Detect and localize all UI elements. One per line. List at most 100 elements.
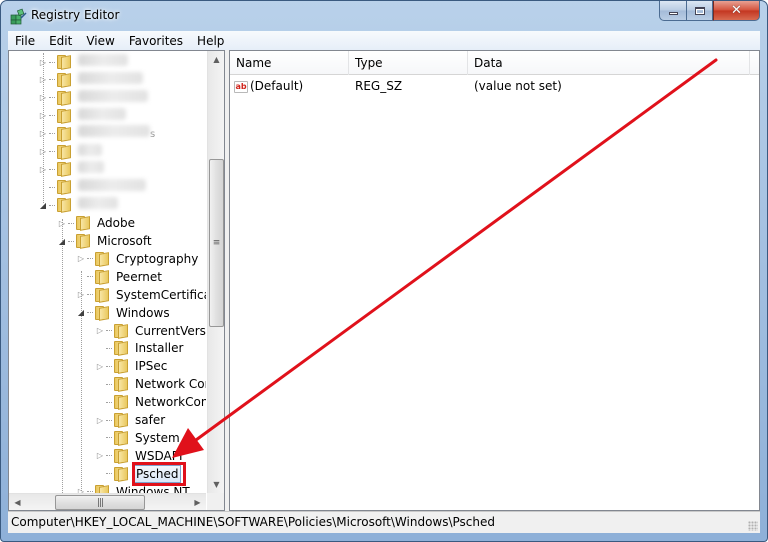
tree-item-label-redacted: s [76, 124, 157, 143]
menu-edit[interactable]: Edit [42, 34, 79, 48]
tree-connector [95, 375, 105, 393]
folder-icon [94, 484, 110, 493]
tree-item-label: Network Conne [135, 377, 206, 392]
tree-item-label: Peernet [116, 269, 162, 284]
folder-icon [56, 90, 72, 106]
minimize-button[interactable] [659, 1, 686, 21]
tree-item-label-redacted [76, 197, 120, 213]
tree-item-redacted[interactable]: ▷ [38, 53, 130, 71]
collapse-arrow-icon[interactable]: ◢ [38, 196, 48, 214]
tree-item-redacted[interactable]: ▷ s [38, 124, 157, 143]
tree-item-redacted[interactable]: ▷ [38, 107, 128, 125]
expand-arrow-icon[interactable]: ▷ [76, 250, 86, 268]
value-type: REG_SZ [355, 79, 403, 93]
maximize-icon [694, 6, 705, 15]
tree-connector-line [87, 312, 93, 314]
column-header-data[interactable]: Data [468, 51, 750, 75]
menu-favorites[interactable]: Favorites [122, 34, 190, 48]
resize-grip-icon[interactable] [748, 521, 758, 531]
vertical-scroll-thumb[interactable]: ≡ [209, 159, 224, 328]
tree-item-label: CurrentVersion [135, 323, 206, 338]
registry-tree[interactable]: ▷ ▷ ▷ ▷ ▷ s ▷ ▷ ◢ ▷ Adobe ◢ Microsoft ▷ Cryptography Pe… [8, 50, 225, 511]
menu-bar: File Edit View Favorites Help [8, 31, 760, 50]
tree-horizontal-scrollbar[interactable]: ◀ ||| ▶ [9, 493, 206, 510]
tree-item-system[interactable]: System [95, 429, 182, 447]
expand-arrow-icon[interactable]: ▷ [95, 447, 105, 465]
tree-item-currentversion[interactable]: ▷ CurrentVersion [95, 322, 206, 340]
tree-item-systemcertificates[interactable]: ▷ SystemCertificates [76, 286, 206, 304]
folder-icon [94, 287, 110, 303]
string-value-icon: ab [234, 80, 248, 93]
tree-connector-line [68, 222, 74, 224]
tree-item-ipsec[interactable]: ▷ IPSec [95, 357, 169, 375]
horizontal-scroll-thumb[interactable]: ||| [55, 495, 145, 510]
tree-item-label-redacted [76, 71, 145, 88]
tree-item-redacted[interactable]: ▷ [38, 143, 104, 161]
folder-icon [56, 144, 72, 160]
tree-connector-line [49, 151, 55, 152]
registry-editor-icon [10, 8, 27, 25]
menu-file[interactable]: File [8, 34, 42, 48]
tree-item-safer[interactable]: ▷ safer [95, 411, 167, 429]
tree-item-redacted[interactable]: ▷ [38, 89, 150, 107]
tree-item-peernet[interactable]: Peernet [76, 268, 164, 286]
expand-arrow-icon[interactable]: ▷ [38, 107, 48, 125]
expand-arrow-icon[interactable]: ▷ [38, 125, 48, 143]
tree-connector-line [49, 186, 55, 188]
expand-arrow-icon[interactable]: ▷ [38, 53, 48, 71]
expand-arrow-icon[interactable]: ▷ [95, 411, 105, 429]
tree-item-installer[interactable]: Installer [95, 339, 185, 357]
folder-icon [75, 216, 91, 231]
tree-connector-line [87, 491, 93, 493]
tree-item-networkconnec[interactable]: NetworkConnec [95, 393, 206, 411]
expand-arrow-icon[interactable]: ▷ [76, 483, 86, 493]
tree-item-network-conne[interactable]: Network Conne [95, 375, 206, 393]
tree-connector-line [87, 294, 93, 296]
tree-item-redacted[interactable] [38, 178, 148, 196]
tree-item-redacted[interactable]: ◢ [38, 196, 120, 214]
menu-help[interactable]: Help [190, 34, 231, 48]
maximize-button[interactable] [686, 1, 713, 21]
expand-arrow-icon[interactable]: ▷ [57, 214, 67, 232]
expand-arrow-icon[interactable]: ▷ [95, 357, 105, 375]
column-header-name[interactable]: Name [230, 51, 349, 75]
tree-guide-line [62, 219, 63, 493]
expand-arrow-icon[interactable]: ▷ [76, 286, 86, 304]
collapse-arrow-icon[interactable]: ◢ [57, 232, 67, 250]
expand-arrow-icon[interactable]: ▷ [38, 143, 48, 161]
tree-item-adobe[interactable]: ▷ Adobe [57, 214, 137, 232]
expand-arrow-icon[interactable]: ▷ [38, 71, 48, 89]
list-header: Name Type Data [230, 51, 759, 75]
expand-arrow-icon[interactable]: ▷ [95, 322, 105, 340]
tree-connector-line [106, 455, 112, 457]
values-list[interactable]: Name Type Data ab (Default) REG_SZ (value… [229, 50, 760, 511]
folder-icon [113, 377, 129, 393]
expand-arrow-icon[interactable]: ▷ [38, 89, 48, 107]
tree-connector-line [106, 401, 112, 403]
tree-item-microsoft[interactable]: ◢ Microsoft [57, 232, 154, 250]
tree-connector-line [68, 240, 74, 242]
tree-item-label-redacted [76, 54, 130, 70]
tree-item-windows-nt[interactable]: ▷ Windows NT [76, 483, 192, 493]
tree-item-redacted[interactable]: ▷ [38, 71, 145, 89]
scroll-up-arrow[interactable]: ▲ [208, 51, 224, 68]
title-bar[interactable]: Registry Editor ✕ [1, 1, 767, 31]
tree-connector-line [106, 365, 112, 367]
tree-item-windows[interactable]: ◢ Windows [76, 304, 172, 322]
scroll-down-arrow[interactable]: ▼ [208, 476, 224, 493]
expand-arrow-icon[interactable]: ▷ [38, 160, 48, 178]
tree-item-redacted[interactable]: ▷ [38, 160, 106, 178]
folder-icon [56, 162, 72, 178]
column-header-type[interactable]: Type [349, 51, 468, 75]
tree-vertical-scrollbar[interactable]: ▲ ≡ ▼ [207, 51, 224, 493]
folder-icon [75, 234, 91, 249]
tree-item-label: Microsoft [97, 234, 152, 248]
close-button[interactable]: ✕ [713, 1, 760, 21]
scroll-left-arrow[interactable]: ◀ [9, 494, 26, 510]
collapse-arrow-icon[interactable]: ◢ [76, 304, 86, 322]
menu-view[interactable]: View [79, 34, 121, 48]
tree-rows: ▷ ▷ ▷ ▷ ▷ s ▷ ▷ ◢ ▷ Adobe ◢ Microsoft ▷ Cryptography Pe… [9, 51, 206, 493]
tree-item-cryptography[interactable]: ▷ Cryptography [76, 250, 200, 268]
scroll-right-arrow[interactable]: ▶ [189, 494, 206, 510]
value-row[interactable]: ab (Default) REG_SZ (value not set) [230, 77, 668, 95]
